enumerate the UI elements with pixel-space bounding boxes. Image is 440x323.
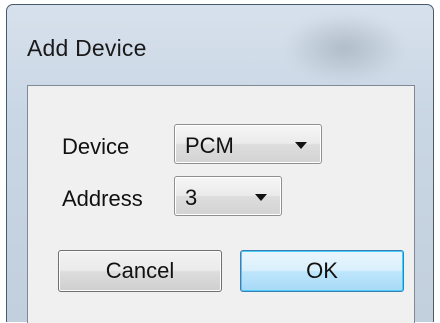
device-dropdown[interactable]: PCM xyxy=(174,124,322,164)
add-device-dialog: Add Device Device PCM Address 3 Cancel O… xyxy=(6,4,434,323)
cancel-button[interactable]: Cancel xyxy=(58,250,222,292)
dialog-title: Add Device xyxy=(27,35,147,61)
chevron-down-icon xyxy=(295,142,307,149)
device-label: Device xyxy=(62,134,130,159)
address-label: Address xyxy=(62,186,143,211)
device-selected-value: PCM xyxy=(185,133,234,158)
address-dropdown[interactable]: 3 xyxy=(174,176,282,216)
chevron-down-icon xyxy=(255,194,267,201)
address-selected-value: 3 xyxy=(185,185,198,210)
dialog-body: Device PCM Address 3 Cancel OK xyxy=(27,85,415,323)
ok-button[interactable]: OK xyxy=(240,250,404,292)
